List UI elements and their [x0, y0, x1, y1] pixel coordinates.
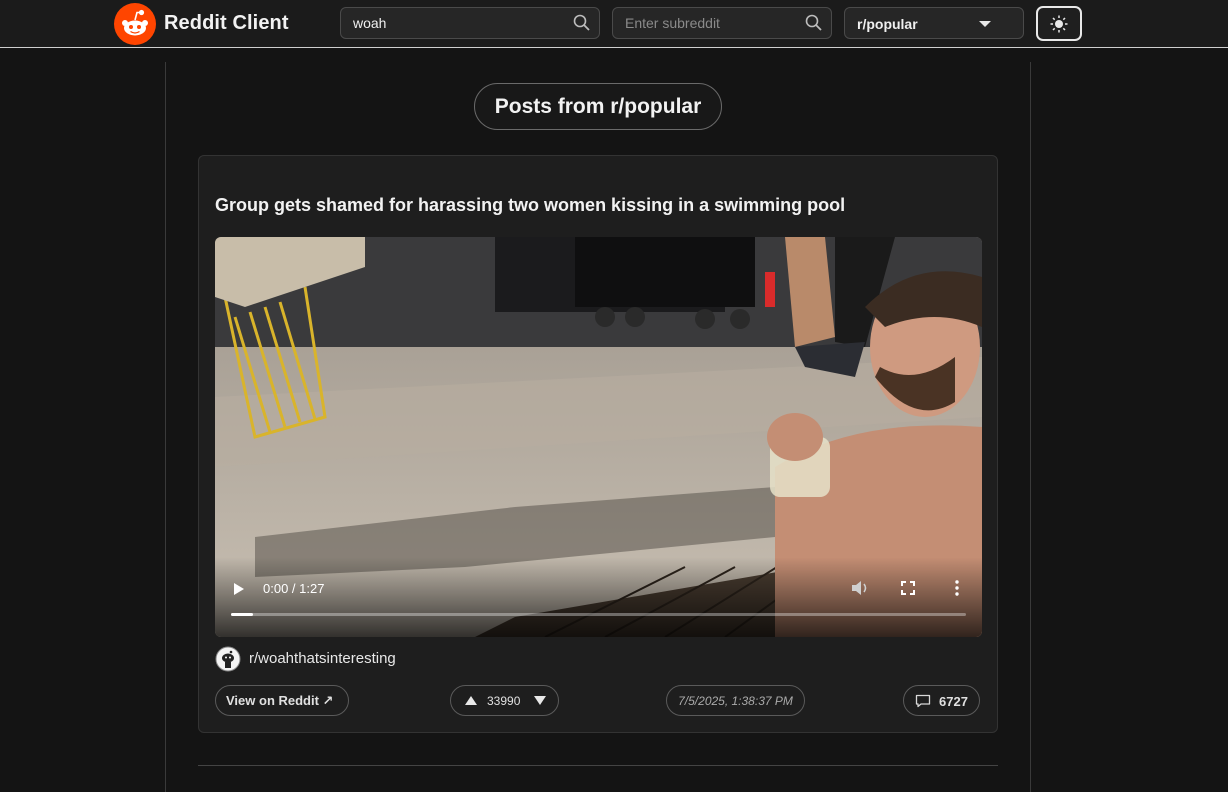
video-time: 0:00 / 1:27: [263, 581, 325, 596]
vote-control: 33990: [450, 685, 559, 716]
chevron-down-icon: [979, 21, 991, 27]
fullscreen-icon[interactable]: [901, 581, 915, 595]
video-progress-bar[interactable]: [231, 613, 966, 616]
play-icon[interactable]: [234, 583, 244, 595]
upvote-icon[interactable]: [465, 696, 477, 705]
theme-toggle-button[interactable]: [1036, 6, 1082, 41]
reddit-logo-icon[interactable]: [114, 3, 156, 45]
subreddit-search-icon[interactable]: [804, 13, 824, 33]
view-on-reddit-button[interactable]: View on Reddit ↗: [215, 685, 349, 716]
comments-button[interactable]: 6727: [903, 685, 980, 716]
sun-icon: [1050, 15, 1068, 33]
post-date: 7/5/2025, 1:38:37 PM: [666, 685, 805, 716]
page-title: Posts from r/popular: [474, 83, 722, 130]
comment-count: 6727: [939, 694, 968, 709]
column-border-right: [1030, 62, 1031, 792]
downvote-icon[interactable]: [534, 696, 546, 705]
subreddit-input[interactable]: [613, 8, 831, 38]
subreddit-avatar-icon: [215, 646, 241, 672]
feed-select-value: r/popular: [857, 16, 918, 32]
post-title[interactable]: Group gets shamed for harassing two wome…: [215, 195, 845, 216]
subreddit-name[interactable]: r/woahthatsinteresting: [249, 650, 396, 667]
post-divider: [198, 765, 998, 766]
top-bar: Reddit Client r/popular: [0, 0, 1228, 48]
app-title: Reddit Client: [164, 12, 289, 34]
video-player[interactable]: 0:00 / 1:27: [215, 237, 982, 637]
search-field[interactable]: [340, 7, 600, 39]
volume-icon[interactable]: [851, 580, 869, 596]
video-progress-fill: [231, 613, 254, 616]
post-card: Group gets shamed for harassing two wome…: [198, 155, 998, 733]
comment-icon: [915, 694, 931, 708]
subreddit-field[interactable]: [612, 7, 832, 39]
more-options-icon[interactable]: [955, 580, 959, 596]
score-value: 33990: [487, 694, 521, 708]
search-input[interactable]: [341, 8, 599, 38]
column-border-left: [165, 62, 166, 792]
feed-select[interactable]: r/popular: [844, 7, 1024, 39]
search-icon[interactable]: [572, 13, 592, 33]
video-controls-shade: [215, 557, 982, 637]
